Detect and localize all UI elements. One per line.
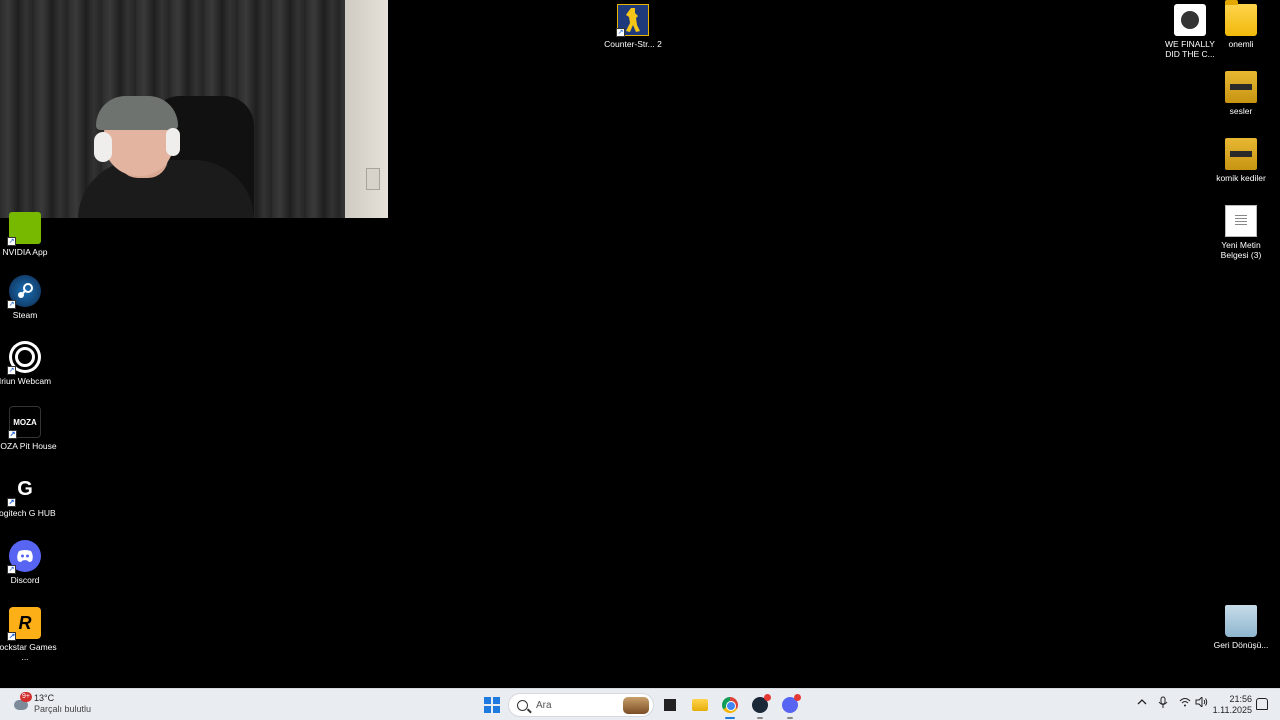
shortcut-arrow-icon: ↗ (7, 565, 16, 574)
shortcut-arrow-icon: ↗ (616, 28, 625, 37)
steam-icon: ↗ (7, 275, 41, 309)
desktop-icon-label: Geri Dönüşü... (1213, 640, 1269, 650)
shortcut-arrow-icon: ↗ (7, 632, 16, 641)
weather-badge: 9+ (20, 692, 32, 702)
text-document-icon (1225, 205, 1257, 237)
shortcut-arrow-icon: ↗ (7, 498, 16, 507)
folder-icon (1225, 138, 1257, 170)
webcam-overlay (0, 0, 388, 218)
active-indicator (787, 717, 793, 719)
task-view-button[interactable] (658, 693, 682, 717)
moza-logo-text: MOZA (13, 417, 37, 427)
clock[interactable]: 21:56 1.11.2025 (1212, 694, 1252, 716)
wifi-icon (1179, 698, 1191, 707)
search-placeholder: Ara (536, 699, 552, 711)
clock-date: 1.11.2025 (1212, 705, 1252, 715)
volume-icon (1195, 695, 1208, 709)
microphone-icon (1158, 696, 1168, 708)
recycle-bin-icon (1225, 605, 1257, 637)
desktop-icon-logitech-g-hub[interactable]: G ↗ Logitech G HUB (0, 473, 57, 518)
video-file-icon (1174, 4, 1206, 36)
desktop-icon-folder-onemli[interactable]: onemli (1209, 0, 1273, 49)
notification-dot (794, 694, 801, 701)
search-icon (517, 699, 528, 711)
webcam-headphone-left (94, 132, 112, 162)
shortcut-arrow-icon: ↗ (7, 366, 16, 375)
rockstar-icon: R ↗ (7, 607, 41, 641)
chrome-icon (722, 697, 738, 713)
desktop-icon-label: Logitech G HUB (0, 508, 56, 518)
desktop-icon-label: Yeni Metin Belgesi (3) (1220, 240, 1262, 260)
chrome-button[interactable] (718, 693, 742, 719)
counter-strike-icon: ↗ (616, 4, 649, 37)
desktop-icon-recycle-bin[interactable]: Geri Dönüşü... (1209, 605, 1273, 650)
desktop-icon-iriun-webcam[interactable]: ↗ Iriun Webcam (0, 341, 57, 386)
logitech-g-icon: G ↗ (7, 473, 41, 507)
steam-button[interactable] (748, 693, 772, 719)
desktop-icon-label: NVIDIA App (2, 247, 48, 257)
iriun-webcam-icon: ↗ (7, 341, 41, 375)
notification-icon[interactable] (1256, 698, 1268, 710)
desktop-icon-moza-pit-house[interactable]: MOZA ↗ MOZA Pit House (0, 406, 57, 451)
logitech-logo-text: G (17, 477, 33, 500)
active-indicator (725, 717, 735, 719)
search-highlight-image (623, 697, 649, 714)
desktop-icon-label: Steam (12, 310, 38, 320)
weather-temperature: 13°C (34, 693, 55, 703)
desktop-icon-label: Counter-Str... 2 (604, 39, 662, 49)
desktop-icon-folder-komik-kediler[interactable]: komik kediler (1209, 138, 1273, 183)
notification-dot (764, 694, 771, 701)
folder-icon (692, 699, 708, 711)
desktop-icon-label: Discord (10, 575, 40, 585)
desktop-icon-label: sesler (1229, 106, 1253, 116)
webcam-light-switch (366, 168, 380, 190)
start-button[interactable] (480, 693, 504, 717)
desktop-icon-rockstar-games[interactable]: R↗ Rockstar Games ... (0, 607, 57, 662)
discord-button[interactable] (778, 693, 802, 719)
desktop-icon-text-document[interactable]: Yeni Metin Belgesi (3) (1209, 205, 1273, 260)
desktop-icon-label: Rockstar Games ... (0, 642, 57, 662)
windows-logo-icon (484, 697, 500, 713)
webcam-headphone-right (166, 128, 180, 156)
desktop-icon-discord[interactable]: ↗ Discord (0, 540, 57, 585)
weather-condition: Parçalı bulutlu (34, 704, 92, 714)
shortcut-arrow-icon: ↗ (7, 237, 16, 246)
desktop-icon-label: komik kediler (1216, 173, 1266, 183)
clock-time: 21:56 (1229, 694, 1252, 704)
microphone-button[interactable] (1158, 696, 1168, 712)
active-indicator (757, 717, 763, 719)
desktop-icon-folder-sesler[interactable]: sesler (1209, 71, 1273, 116)
desktop-icon-steam[interactable]: ↗ Steam (0, 275, 57, 320)
shortcut-arrow-icon: ↗ (8, 430, 17, 439)
cloud-icon: 9+ (12, 692, 32, 714)
shortcut-arrow-icon: ↗ (7, 300, 16, 309)
desktop-icon-label: Iriun Webcam (0, 376, 52, 386)
file-explorer-button[interactable] (688, 693, 712, 717)
desktop-icon-label: MOZA Pit House (0, 441, 57, 451)
weather-widget[interactable]: 9+ 13°C Parçalı bulutlu (12, 692, 92, 715)
webcam-person-cap (96, 96, 178, 130)
rockstar-logo-text: R (18, 612, 32, 633)
discord-icon: ↗ (7, 540, 41, 574)
taskbar: 9+ 13°C Parçalı bulutlu Ara 21:56 1.11.2… (0, 688, 1280, 720)
search-box[interactable]: Ara (508, 693, 654, 717)
volume-button[interactable] (1195, 695, 1208, 710)
nvidia-icon: ↗ (7, 212, 41, 246)
desktop-icon-counter-strike-2[interactable]: ↗ Counter-Str... 2 (601, 4, 665, 49)
folder-icon (1225, 71, 1257, 103)
chevron-up-icon (1137, 699, 1147, 705)
folder-icon (1225, 0, 1257, 36)
network-button[interactable] (1179, 697, 1191, 710)
desktop-icon-label: onemli (1228, 39, 1254, 49)
task-view-icon (664, 699, 676, 711)
show-hidden-icons-button[interactable] (1137, 697, 1147, 710)
moza-icon: MOZA ↗ (8, 406, 41, 439)
desktop-icon-nvidia-app[interactable]: ↗ NVIDIA App (0, 212, 57, 257)
